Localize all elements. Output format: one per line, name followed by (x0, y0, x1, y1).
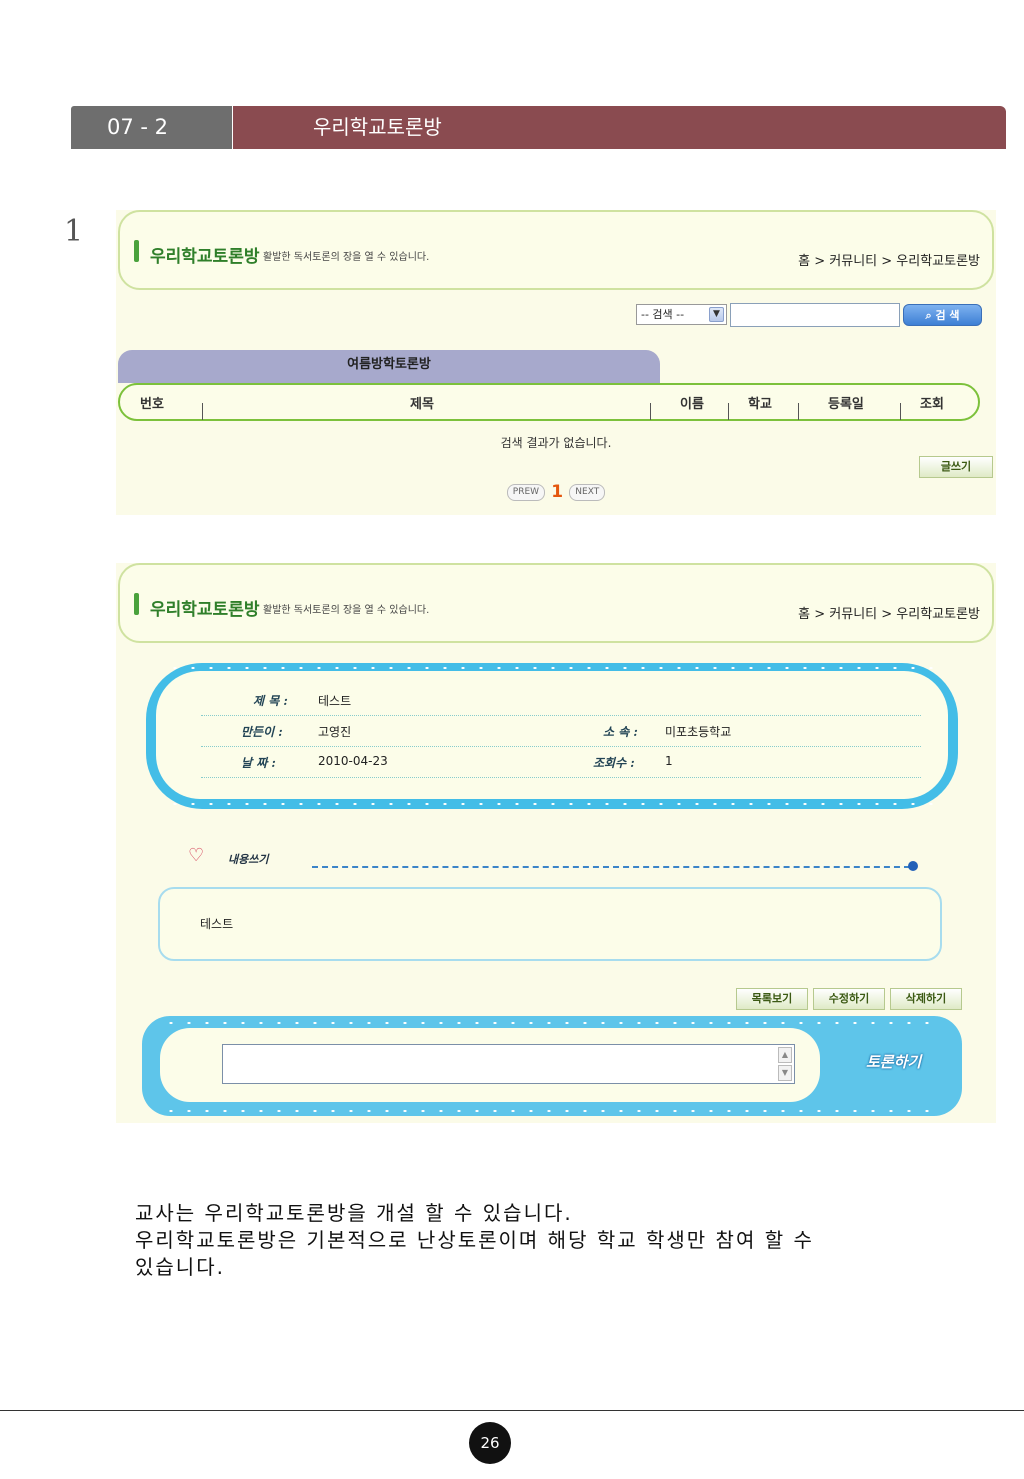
title-bar-icon (134, 240, 139, 262)
current-page[interactable]: 1 (548, 482, 566, 502)
post-info-card: 제 목 : 테스트 만든이 : 고영진 소 속 : 미포초등학교 날 짜 : 2… (156, 671, 948, 799)
info-row-author: 만든이 : 고영진 소 속 : 미포초등학교 (201, 716, 921, 747)
author-value: 고영진 (318, 725, 352, 739)
comment-textarea[interactable]: ▲ ▼ (222, 1044, 795, 1084)
footer-divider (0, 1410, 1024, 1411)
description-line: 교사는 우리학교토론방을 개설 할 수 있습니다. (135, 1201, 573, 1225)
subject-value: 테스트 (318, 694, 352, 708)
breadcrumb[interactable]: 홈 > 커뮤니티 > 우리학교토론방 (798, 603, 980, 622)
page-number: 26 (469, 1422, 511, 1464)
pagination: PREW 1 NEXT (116, 482, 996, 502)
decorative-dots (162, 1106, 942, 1114)
title-bar-icon (134, 593, 139, 615)
search-select-value: -- 검색 -- (641, 308, 685, 321)
column-header-name: 이름 (680, 397, 704, 412)
list-button[interactable]: 목록보기 (736, 988, 808, 1010)
column-header-date: 등록일 (828, 397, 864, 412)
info-row-subject: 제 목 : 테스트 (201, 685, 921, 716)
chapter-header: 07 - 2 우리학교토론방 (71, 106, 1006, 149)
description-line: 우리학교토론방은 기본적으로 난상토론이며 해당 학교 학생만 참여 할 수 (135, 1228, 814, 1252)
post-info-frame: 제 목 : 테스트 만든이 : 고영진 소 속 : 미포초등학교 날 짜 : 2… (146, 663, 958, 809)
date-value: 2010-04-23 (318, 754, 388, 768)
panel-header: 우리학교토론방 활발한 독서토론의 장을 열 수 있습니다. 홈 > 커뮤니티 … (118, 210, 994, 290)
date-label: 날 짜 : (241, 756, 276, 770)
delete-button[interactable]: 삭제하기 (890, 988, 962, 1010)
board-list-panel: 우리학교토론방 활발한 독서토론의 장을 열 수 있습니다. 홈 > 커뮤니티 … (116, 210, 996, 515)
column-divider (650, 403, 651, 420)
panel-subtitle: 활발한 독서토론의 장을 열 수 있습니다. (263, 605, 430, 616)
tab-summer-discussion[interactable]: 여름방학토론방 (118, 350, 660, 383)
subject-label: 제 목 : (253, 694, 288, 708)
chapter-title: 우리학교토론방 (232, 106, 1006, 149)
search-button-label: 검 색 (935, 309, 960, 322)
empty-result-message: 검색 결과가 없습니다. (500, 436, 612, 450)
discuss-button[interactable]: 토론하기 (866, 1051, 921, 1072)
column-divider (202, 403, 203, 420)
heart-icon: ♡ (188, 845, 205, 866)
affiliation-value: 미포초등학교 (665, 725, 732, 739)
post-content-box: 테스트 (158, 887, 942, 961)
search-icon: ⌕ (925, 309, 936, 322)
info-row-date: 날 짜 : 2010-04-23 조회수 : 1 (201, 747, 921, 778)
column-header-school: 학교 (748, 397, 772, 412)
edit-button[interactable]: 수정하기 (813, 988, 885, 1010)
step-number: 1 (64, 214, 84, 249)
column-divider (900, 403, 901, 420)
divider-dot (908, 861, 918, 871)
description-line: 있습니다. (135, 1255, 225, 1279)
panel-header: 우리학교토론방 활발한 독서토론의 장을 열 수 있습니다. 홈 > 커뮤니티 … (118, 563, 994, 643)
comment-frame: ▲ ▼ 토론하기 (142, 1016, 962, 1116)
affiliation-label: 소 속 : (603, 725, 638, 739)
description: 교사는 우리학교토론방을 개설 할 수 있습니다. 우리학교토론방은 기본적으로… (135, 1200, 935, 1281)
column-divider (728, 403, 729, 420)
content-heading: 내용쓰기 (228, 853, 269, 866)
panel-subtitle: 활발한 독서토론의 장을 열 수 있습니다. (263, 252, 430, 263)
post-content: 테스트 (200, 917, 234, 931)
scroll-down-icon[interactable]: ▼ (778, 1065, 792, 1081)
views-label: 조회수 : (593, 756, 635, 770)
write-button[interactable]: 글쓰기 (919, 456, 993, 478)
next-page-button[interactable]: NEXT (569, 483, 606, 501)
table-header: 번호 제목 이름 학교 등록일 조회 (118, 383, 980, 421)
search-input[interactable] (730, 303, 900, 327)
column-divider (798, 403, 799, 420)
prev-page-button[interactable]: PREW (506, 483, 546, 501)
board-detail-panel: 우리학교토론방 활발한 독서토론의 장을 열 수 있습니다. 홈 > 커뮤니티 … (116, 563, 996, 1123)
decorative-dots (162, 1018, 942, 1026)
panel-title: 우리학교토론방 (150, 247, 260, 267)
column-header-number: 번호 (140, 397, 164, 412)
search-button[interactable]: ⌕ 검 색 (903, 304, 982, 326)
column-header-subject: 제목 (410, 397, 434, 412)
author-label: 만든이 : (241, 725, 283, 739)
decorative-dots (166, 799, 936, 809)
chevron-down-icon[interactable]: ▼ (709, 307, 724, 322)
views-value: 1 (665, 754, 673, 768)
panel-title: 우리학교토론방 (150, 600, 260, 620)
column-header-views: 조회 (920, 397, 944, 412)
decorative-dots (166, 663, 936, 671)
scroll-up-icon[interactable]: ▲ (778, 1047, 792, 1063)
chapter-number: 07 - 2 (71, 106, 232, 149)
breadcrumb[interactable]: 홈 > 커뮤니티 > 우리학교토론방 (798, 250, 980, 269)
search-category-select[interactable]: -- 검색 -- ▼ (636, 304, 727, 325)
divider (312, 866, 910, 868)
